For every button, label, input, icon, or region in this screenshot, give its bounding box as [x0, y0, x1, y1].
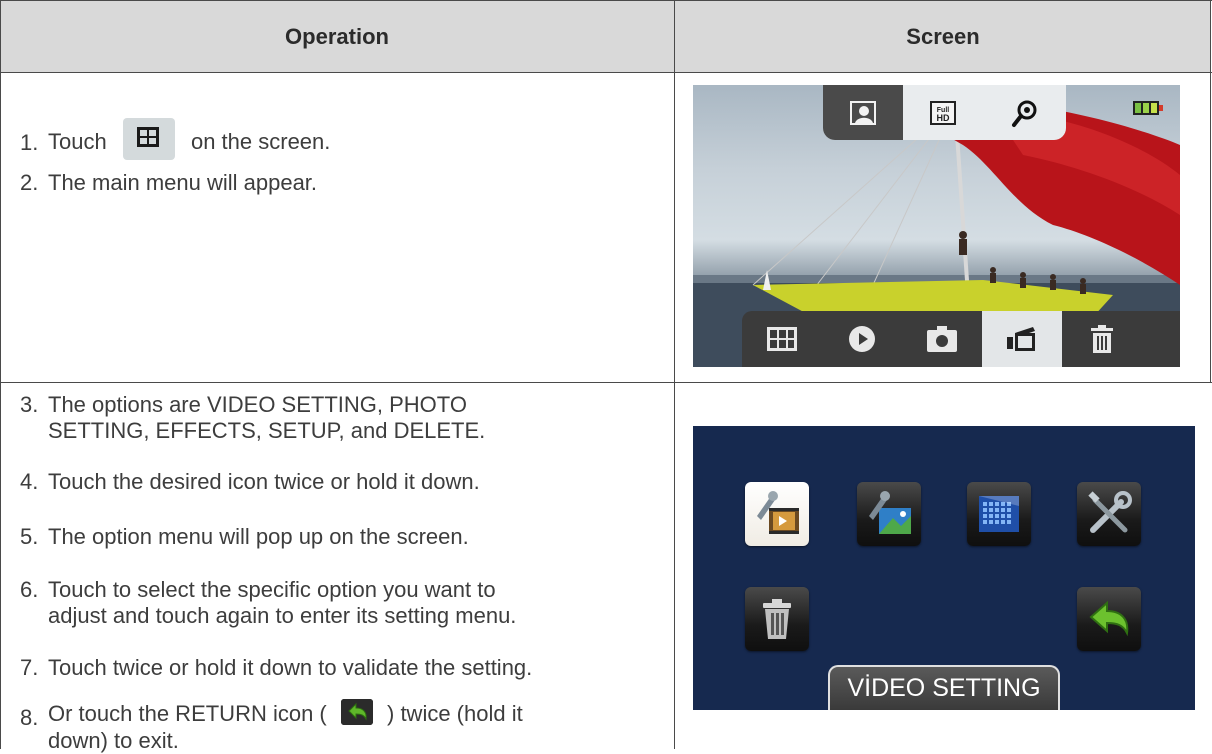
menu-button[interactable]: [742, 311, 822, 367]
step-text: The main menu will appear.: [48, 170, 318, 195]
step-text: Or touch the RETURN icon (: [48, 701, 327, 726]
effects-button[interactable]: [967, 482, 1031, 546]
table-header-divider: [0, 72, 1212, 73]
return-button[interactable]: [1077, 587, 1141, 651]
setup-icon: [1088, 491, 1132, 533]
playback-button[interactable]: [822, 311, 902, 367]
step-text-line-1: The options are VIDEO SETTING, PHOTO: [48, 392, 467, 417]
step-number: 8.: [20, 705, 39, 730]
column-header-operation: Operation: [285, 23, 389, 49]
step-text-line-1: Touch to select the specific option you …: [48, 577, 496, 602]
step-number: 2.: [20, 170, 39, 195]
svg-text:HD: HD: [937, 113, 950, 123]
step-text: The option menu will pop up on the scree…: [48, 524, 469, 549]
step-text-line-2: adjust and touch again to enter its sett…: [48, 603, 517, 628]
step-number: 6.: [20, 577, 39, 602]
hd-mode-button[interactable]: Full HD: [903, 85, 983, 140]
delete-button[interactable]: [1062, 311, 1142, 367]
delete-menu-button[interactable]: [745, 587, 809, 651]
camera-icon: [927, 326, 957, 352]
camera-preview-screen: Full HD: [693, 85, 1180, 367]
play-icon: [849, 326, 875, 352]
bottom-toolbar: [742, 311, 1180, 367]
return-icon: [1089, 600, 1129, 637]
photo-mode-button[interactable]: [902, 311, 982, 367]
step-number: 3.: [20, 392, 39, 417]
return-icon: [340, 699, 373, 726]
top-toolbar: Full HD: [823, 85, 1066, 140]
battery-icon: [1133, 101, 1163, 115]
table-column-divider: [674, 0, 675, 749]
video-icon: [1007, 327, 1035, 351]
table-row-divider: [0, 382, 1212, 383]
step-number: 4.: [20, 469, 39, 494]
step-text: on the screen.: [190, 128, 331, 154]
stabilization-button[interactable]: [983, 85, 1066, 140]
column-header-screen: Screen: [906, 23, 980, 49]
video-setting-button[interactable]: [745, 482, 809, 546]
step-text-line-2: down) to exit.: [48, 728, 179, 754]
stabilization-icon: [1011, 100, 1036, 127]
setup-button[interactable]: [1077, 482, 1141, 546]
step-text-line-2: SETTING, EFFECTS, SETUP, and DELETE.: [48, 418, 486, 443]
video-mode-button[interactable]: [982, 311, 1062, 367]
step-number: 1.: [20, 130, 39, 155]
video-setting-icon: [757, 491, 799, 534]
trash-icon: [1091, 325, 1113, 353]
selected-option-label: VİDEO SETTING: [828, 665, 1060, 710]
menu-grid-icon: [767, 327, 797, 351]
menu-grid-icon: [122, 118, 175, 160]
photo-setting-button[interactable]: [857, 482, 921, 546]
step-text: Touch the desired icon twice or hold it …: [48, 469, 480, 494]
hd-icon: Full HD: [930, 100, 956, 125]
face-mode-icon: [850, 100, 876, 125]
table-border-left: [0, 0, 1, 749]
step-text: ) twice (hold it: [387, 701, 523, 726]
step-number: 7.: [20, 655, 39, 680]
face-mode-button[interactable]: [823, 85, 903, 140]
main-menu-screen: VİDEO SETTING: [693, 426, 1195, 710]
step-text: Touch twice or hold it down to validate …: [48, 655, 533, 680]
photo-setting-icon: [869, 491, 911, 534]
step-number: 5.: [20, 524, 39, 549]
step-text: Touch: [48, 128, 107, 154]
delete-icon: [763, 599, 791, 639]
effects-icon: [979, 496, 1019, 532]
